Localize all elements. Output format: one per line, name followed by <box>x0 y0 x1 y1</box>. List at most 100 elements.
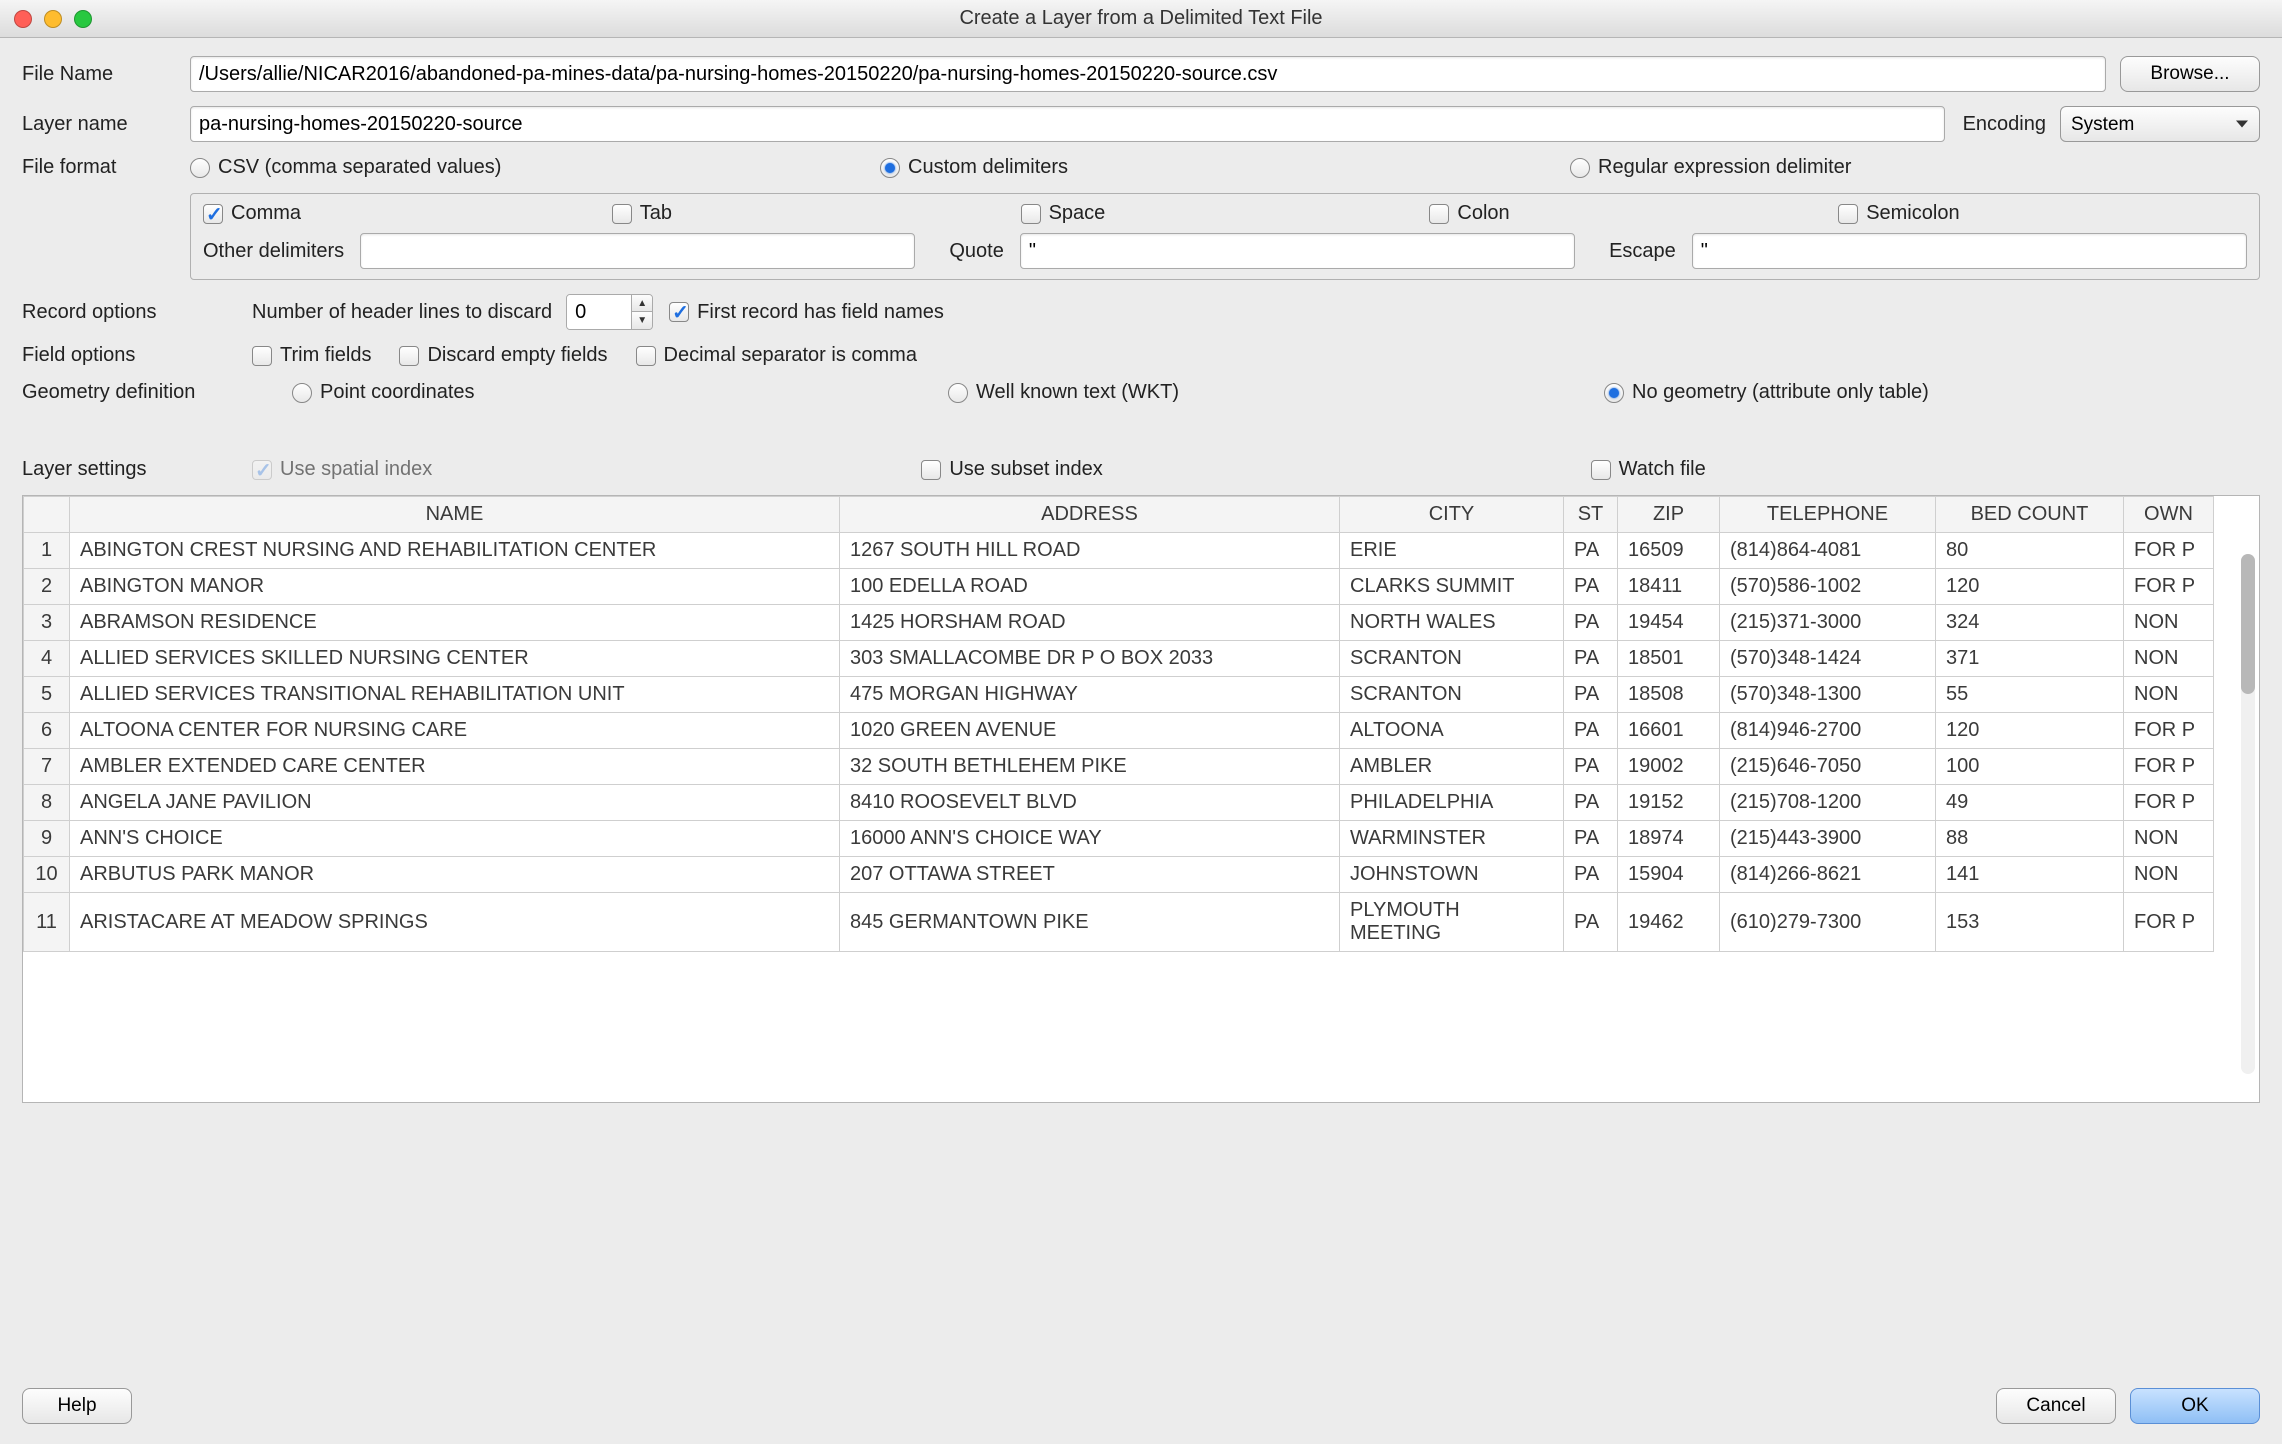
row-number: 8 <box>24 785 70 821</box>
cell-telephone: (570)348-1300 <box>1720 677 1936 713</box>
col-header-telephone[interactable]: TELEPHONE <box>1720 497 1936 533</box>
cell-address: 845 GERMANTOWN PIKE <box>840 893 1340 952</box>
cell-name: ALLIED SERVICES TRANSITIONAL REHABILITAT… <box>70 677 840 713</box>
delim-space-checkbox[interactable]: Space <box>1021 202 1402 225</box>
cell-own: NON <box>2124 857 2214 893</box>
scrollbar-thumb[interactable] <box>2241 554 2255 694</box>
decimal-comma-checkbox[interactable]: Decimal separator is comma <box>636 344 917 367</box>
cell-own: FOR P <box>2124 713 2214 749</box>
col-header-address[interactable]: ADDRESS <box>840 497 1340 533</box>
layer-name-input[interactable] <box>190 106 1945 142</box>
format-csv-radio[interactable]: CSV (comma separated values) <box>190 156 852 179</box>
cell-st: PA <box>1564 893 1618 952</box>
delim-other-input[interactable] <box>360 233 915 269</box>
row-number: 11 <box>24 893 70 952</box>
col-header-city[interactable]: CITY <box>1340 497 1564 533</box>
preview-table[interactable]: NAME ADDRESS CITY ST ZIP TELEPHONE BED C… <box>22 495 2260 1103</box>
vertical-scrollbar[interactable] <box>2241 554 2255 1074</box>
cell-name: ABINGTON MANOR <box>70 569 840 605</box>
close-window-button[interactable] <box>14 10 32 28</box>
cell-city: AMBLER <box>1340 749 1564 785</box>
delim-semicolon-checkbox[interactable]: Semicolon <box>1838 202 2219 225</box>
table-row[interactable]: 9ANN'S CHOICE16000 ANN'S CHOICE WAYWARMI… <box>24 821 2214 857</box>
cell-city: SCRANTON <box>1340 677 1564 713</box>
delim-colon-checkbox[interactable]: Colon <box>1429 202 1810 225</box>
cell-zip: 15904 <box>1618 857 1720 893</box>
cell-telephone: (814)864-4081 <box>1720 533 1936 569</box>
col-header-name[interactable]: NAME <box>70 497 840 533</box>
cell-city: NORTH WALES <box>1340 605 1564 641</box>
cell-st: PA <box>1564 785 1618 821</box>
ok-button[interactable]: OK <box>2130 1388 2260 1424</box>
minimize-window-button[interactable] <box>44 10 62 28</box>
cell-telephone: (570)348-1424 <box>1720 641 1936 677</box>
table-row[interactable]: 7AMBLER EXTENDED CARE CENTER32 SOUTH BET… <box>24 749 2214 785</box>
zoom-window-button[interactable] <box>74 10 92 28</box>
table-row[interactable]: 5ALLIED SERVICES TRANSITIONAL REHABILITA… <box>24 677 2214 713</box>
cell-bedcount: 141 <box>1936 857 2124 893</box>
col-header-st[interactable]: ST <box>1564 497 1618 533</box>
table-row[interactable]: 2ABINGTON MANOR100 EDELLA ROADCLARKS SUM… <box>24 569 2214 605</box>
quote-label: Quote <box>949 240 1003 263</box>
cancel-button[interactable]: Cancel <box>1996 1388 2116 1424</box>
cell-address: 1020 GREEN AVENUE <box>840 713 1340 749</box>
table-row[interactable]: 11ARISTACARE AT MEADOW SPRINGS845 GERMAN… <box>24 893 2214 952</box>
delim-tab-checkbox[interactable]: Tab <box>612 202 993 225</box>
discard-empty-checkbox[interactable]: Discard empty fields <box>399 344 607 367</box>
table-row[interactable]: 1ABINGTON CREST NURSING AND REHABILITATI… <box>24 533 2214 569</box>
spinner-up-icon[interactable]: ▲ <box>632 295 652 312</box>
encoding-select[interactable]: System <box>2060 106 2260 142</box>
cell-st: PA <box>1564 821 1618 857</box>
row-number: 2 <box>24 569 70 605</box>
cell-city: JOHNSTOWN <box>1340 857 1564 893</box>
geom-wkt-radio[interactable]: Well known text (WKT) <box>948 381 1576 404</box>
table-row[interactable]: 3ABRAMSON RESIDENCE1425 HORSHAM ROADNORT… <box>24 605 2214 641</box>
table-row[interactable]: 6ALTOONA CENTER FOR NURSING CARE1020 GRE… <box>24 713 2214 749</box>
file-name-label: File Name <box>22 63 190 86</box>
cell-address: 100 EDELLA ROAD <box>840 569 1340 605</box>
watch-file-checkbox[interactable]: Watch file <box>1591 458 2232 481</box>
cell-address: 32 SOUTH BETHLEHEM PIKE <box>840 749 1340 785</box>
cell-zip: 19002 <box>1618 749 1720 785</box>
col-header-bedcount[interactable]: BED COUNT <box>1936 497 2124 533</box>
header-lines-spinner[interactable]: ▲ ▼ <box>566 294 653 330</box>
row-number: 5 <box>24 677 70 713</box>
table-row[interactable]: 4ALLIED SERVICES SKILLED NURSING CENTER3… <box>24 641 2214 677</box>
escape-input[interactable] <box>1692 233 2247 269</box>
cell-address: 475 MORGAN HIGHWAY <box>840 677 1340 713</box>
cell-st: PA <box>1564 749 1618 785</box>
cell-st: PA <box>1564 569 1618 605</box>
cell-zip: 19152 <box>1618 785 1720 821</box>
cell-telephone: (215)371-3000 <box>1720 605 1936 641</box>
cell-bedcount: 88 <box>1936 821 2124 857</box>
header-lines-input[interactable] <box>567 295 631 329</box>
cell-telephone: (215)443-3900 <box>1720 821 1936 857</box>
col-header-own[interactable]: OWN <box>2124 497 2214 533</box>
cell-zip: 16509 <box>1618 533 1720 569</box>
first-record-checkbox[interactable]: First record has field names <box>669 301 944 324</box>
browse-button[interactable]: Browse... <box>2120 56 2260 92</box>
format-custom-radio[interactable]: Custom delimiters <box>880 156 1542 179</box>
trim-fields-checkbox[interactable]: Trim fields <box>252 344 371 367</box>
cell-telephone: (814)946-2700 <box>1720 713 1936 749</box>
cell-own: FOR P <box>2124 533 2214 569</box>
record-options-label: Record options <box>22 301 252 324</box>
use-subset-index-checkbox[interactable]: Use subset index <box>921 458 1562 481</box>
cell-bedcount: 153 <box>1936 893 2124 952</box>
col-header-zip[interactable]: ZIP <box>1618 497 1720 533</box>
format-regex-radio[interactable]: Regular expression delimiter <box>1570 156 2232 179</box>
quote-input[interactable] <box>1020 233 1575 269</box>
cell-city: SCRANTON <box>1340 641 1564 677</box>
geometry-definition-label: Geometry definition <box>22 381 292 404</box>
table-row[interactable]: 8ANGELA JANE PAVILION8410 ROOSEVELT BLVD… <box>24 785 2214 821</box>
spinner-down-icon[interactable]: ▼ <box>632 312 652 329</box>
geom-none-radio[interactable]: No geometry (attribute only table) <box>1604 381 2232 404</box>
help-button[interactable]: Help <box>22 1388 132 1424</box>
cell-city: PHILADELPHIA <box>1340 785 1564 821</box>
row-number: 9 <box>24 821 70 857</box>
file-name-input[interactable] <box>190 56 2106 92</box>
delim-comma-checkbox[interactable]: Comma <box>203 202 584 225</box>
cell-st: PA <box>1564 605 1618 641</box>
geom-point-radio[interactable]: Point coordinates <box>292 381 920 404</box>
table-row[interactable]: 10ARBUTUS PARK MANOR207 OTTAWA STREETJOH… <box>24 857 2214 893</box>
